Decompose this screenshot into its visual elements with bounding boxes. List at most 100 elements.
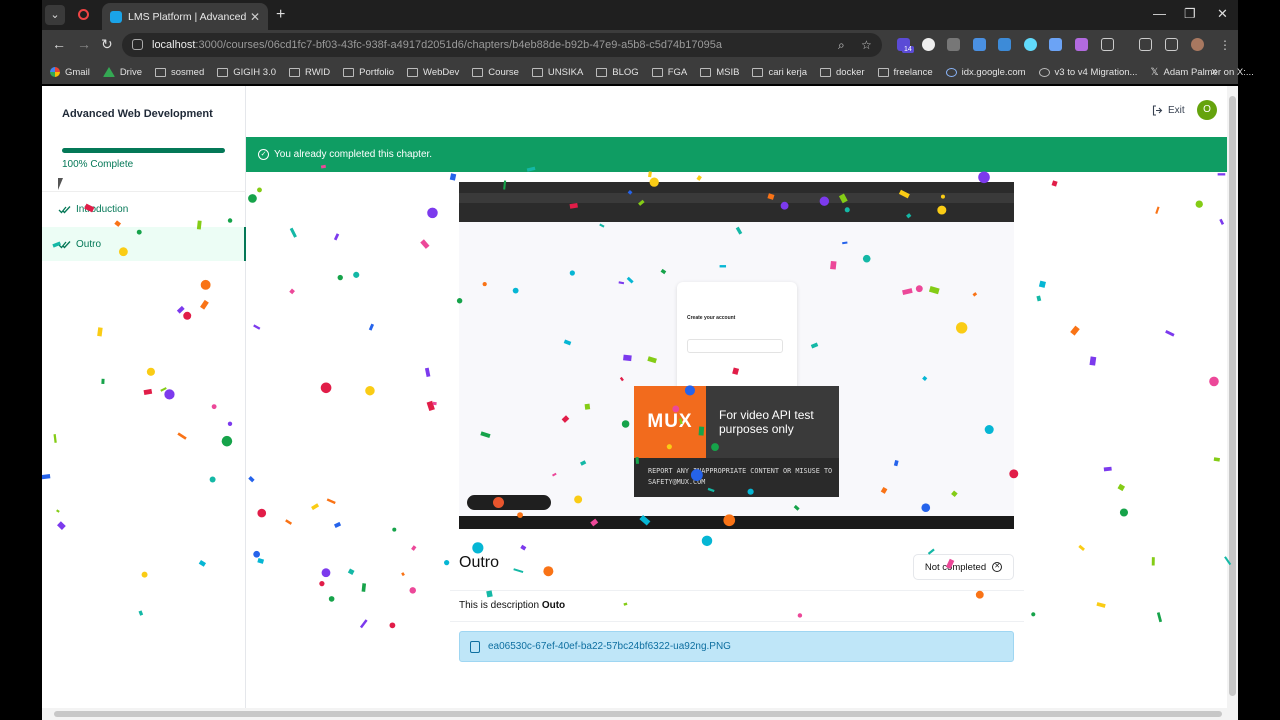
video-card-title: Create your account bbox=[687, 315, 736, 321]
tab-search-button[interactable]: ⌄ bbox=[45, 5, 65, 25]
folder-icon bbox=[407, 67, 419, 77]
bookmark-folder[interactable]: freelance bbox=[877, 67, 933, 78]
scroll-thumb[interactable] bbox=[54, 711, 1222, 717]
x-circle-icon: ✕ bbox=[992, 562, 1003, 572]
video-player[interactable]: Create your account MUX For video API te… bbox=[459, 182, 1014, 529]
course-title: Advanced Web Development bbox=[62, 108, 213, 120]
reload-icon[interactable]: ↻ bbox=[101, 36, 113, 53]
screen-frame: ⌄ LMS Platform | Advanced Web D ✕ + — ❐ … bbox=[0, 0, 1280, 720]
extensions-puzzle-icon[interactable] bbox=[1101, 38, 1114, 51]
sidebar-item-outro[interactable]: Outro bbox=[42, 227, 246, 261]
bookmark-gmail[interactable]: Gmail bbox=[50, 67, 90, 78]
extension-icon[interactable] bbox=[1049, 38, 1062, 51]
react-devtools-icon[interactable] bbox=[1024, 38, 1037, 51]
banner-message: You already completed this chapter. bbox=[274, 149, 433, 160]
bookmark-github[interactable]: v3 to v4 Migration... bbox=[1038, 67, 1137, 78]
vertical-scrollbar[interactable] bbox=[1227, 86, 1238, 708]
mux-watermark: MUX For video API test purposes only REP… bbox=[634, 386, 839, 497]
bookmark-drive[interactable]: Drive bbox=[102, 67, 142, 78]
check-circle-icon: ✓ bbox=[258, 149, 269, 160]
chapter-title: Outro bbox=[459, 554, 500, 571]
divider bbox=[450, 621, 1024, 622]
user-avatar[interactable]: O bbox=[1197, 100, 1217, 120]
bookmark-folder[interactable]: RWID bbox=[289, 67, 330, 78]
side-panel-icon[interactable] bbox=[1165, 38, 1178, 51]
bookmark-folder[interactable]: UNSIKA bbox=[531, 67, 583, 78]
browser-menu-icon[interactable]: ⋮ bbox=[1219, 38, 1231, 52]
bookmark-folder[interactable]: Course bbox=[472, 67, 519, 78]
extension-icon[interactable] bbox=[922, 38, 935, 51]
bookmark-folder[interactable]: BLOG bbox=[596, 67, 639, 78]
video-card-google-button bbox=[687, 339, 783, 353]
video-recording-controls[interactable] bbox=[467, 495, 551, 510]
browser-tab-active[interactable]: LMS Platform | Advanced Web D ✕ bbox=[102, 3, 268, 30]
bookmark-folder[interactable]: sosmed bbox=[154, 67, 204, 78]
mux-message: For video API test purposes only bbox=[719, 408, 814, 436]
site-info-icon[interactable] bbox=[132, 39, 143, 50]
minimize-icon[interactable]: — bbox=[1153, 6, 1166, 21]
bookmarks-overflow-icon[interactable]: » bbox=[1211, 64, 1218, 78]
extension-icon[interactable] bbox=[1075, 38, 1088, 51]
description-bold: Outo bbox=[541, 600, 566, 611]
record-icon bbox=[493, 497, 504, 508]
bookmark-x[interactable]: 𝕏 Adam Palmer on X:... bbox=[1150, 67, 1253, 78]
extension-icon[interactable] bbox=[973, 38, 986, 51]
maximize-icon[interactable]: ❐ bbox=[1184, 6, 1196, 22]
folder-icon bbox=[596, 67, 608, 77]
check-check-icon bbox=[58, 240, 71, 248]
bookmark-folder[interactable]: Portfolio bbox=[343, 67, 394, 78]
horizontal-scrollbar[interactable] bbox=[42, 708, 1238, 720]
bookmark-folder[interactable]: WebDev bbox=[407, 67, 459, 78]
divider bbox=[450, 590, 1024, 591]
x-logo-icon: 𝕏 bbox=[1150, 66, 1159, 78]
bookmark-folder[interactable]: GIGIH 3.0 bbox=[217, 67, 276, 78]
address-bar[interactable]: localhost:3000/courses/06cd1fc7-bf03-43f… bbox=[122, 33, 882, 57]
page-content: Advanced Web Development 100% Complete I… bbox=[42, 86, 1238, 708]
zoom-search-icon[interactable]: ⌕ bbox=[838, 38, 845, 53]
exit-button[interactable]: Exit bbox=[1152, 105, 1185, 116]
recording-icon bbox=[78, 9, 89, 20]
bookmark-folder[interactable]: docker bbox=[820, 67, 865, 78]
folder-icon bbox=[700, 67, 712, 77]
extension-badge: 14 bbox=[902, 46, 914, 53]
course-progress-bar bbox=[62, 148, 225, 153]
bookmark-star-icon[interactable]: ☆ bbox=[861, 38, 872, 52]
profile-avatar-icon[interactable] bbox=[1191, 38, 1204, 51]
folder-icon bbox=[217, 67, 229, 77]
forward-icon[interactable]: → bbox=[77, 36, 91, 52]
course-sidebar: Advanced Web Development 100% Complete I… bbox=[42, 86, 246, 708]
idx-icon bbox=[945, 67, 957, 77]
sidebar-item-introduction[interactable]: Introduction bbox=[42, 192, 246, 226]
tab-close-icon[interactable]: ✕ bbox=[250, 10, 260, 24]
window-close-icon[interactable]: ✕ bbox=[1217, 6, 1228, 22]
folder-icon bbox=[531, 67, 543, 77]
video-bookmarks-bar bbox=[459, 209, 1014, 217]
scroll-thumb[interactable] bbox=[1229, 96, 1236, 696]
attachment-link[interactable]: ea06530c-67ef-40ef-ba22-57bc24bf6322-ua9… bbox=[459, 631, 1014, 662]
bookmark-folder[interactable]: MSIB bbox=[700, 67, 739, 78]
video-taskbar bbox=[459, 516, 1014, 529]
video-browser-frame bbox=[459, 182, 1014, 222]
sidebar-item-label: Outro bbox=[76, 238, 102, 250]
video-address-bar bbox=[459, 193, 1014, 203]
bookmark-idx[interactable]: idx.google.com bbox=[945, 67, 1026, 78]
reading-list-icon[interactable] bbox=[1139, 38, 1152, 51]
folder-icon bbox=[651, 67, 663, 77]
bookmark-folder[interactable]: cari kerja bbox=[752, 67, 807, 78]
exit-label: Exit bbox=[1168, 105, 1185, 116]
folder-icon bbox=[343, 67, 355, 77]
bookmark-folder[interactable]: FGA bbox=[651, 67, 687, 78]
extension-icon[interactable] bbox=[947, 38, 960, 51]
log-out-icon bbox=[1152, 105, 1163, 116]
check-check-icon bbox=[58, 205, 71, 213]
back-icon[interactable]: ← bbox=[52, 36, 66, 52]
new-tab-button[interactable]: + bbox=[276, 6, 285, 24]
tab-title: LMS Platform | Advanced Web D bbox=[128, 10, 246, 23]
folder-icon bbox=[877, 67, 889, 77]
toggle-completion-button[interactable]: Not completed ✕ bbox=[913, 554, 1014, 580]
extension-icon[interactable] bbox=[998, 38, 1011, 51]
bookmarks-bar: Gmail Drive sosmed GIGIH 3.0 RWID Portfo… bbox=[42, 60, 1254, 84]
course-progress-fill bbox=[62, 148, 225, 153]
attachment-name: ea06530c-67ef-40ef-ba22-57bc24bf6322-ua9… bbox=[488, 641, 731, 652]
folder-icon bbox=[154, 67, 166, 77]
